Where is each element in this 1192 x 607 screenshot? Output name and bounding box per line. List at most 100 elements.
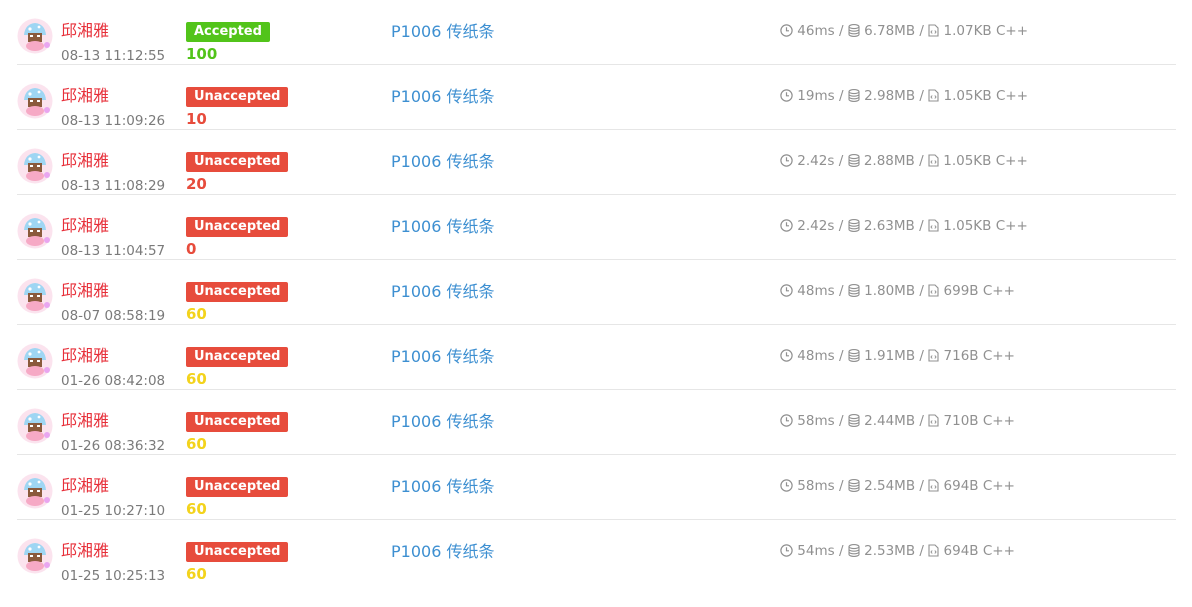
- avatar[interactable]: [17, 278, 53, 314]
- memory-value: 2.53MB: [864, 543, 916, 559]
- score-value: 60: [186, 370, 207, 388]
- score-value: 10: [186, 110, 207, 128]
- username-link[interactable]: 邱湘雅: [61, 541, 109, 561]
- username-link[interactable]: 邱湘雅: [61, 151, 109, 171]
- database-icon: [847, 219, 860, 237]
- runtime-value: 19ms: [797, 88, 835, 104]
- file-code-icon: [928, 479, 939, 497]
- code-size-value: 1.07KB: [943, 23, 992, 39]
- status-badge[interactable]: Unaccepted: [186, 412, 289, 432]
- file-code-icon: [928, 89, 939, 107]
- submission-row: 邱湘雅 08-13 11:12:55 Accepted 100 P1006 传纸…: [17, 0, 1176, 65]
- submission-row: 邱湘雅 01-26 08:42:08 Unaccepted 60 P1006 传…: [17, 325, 1176, 390]
- score-value: 0: [186, 240, 197, 258]
- submission-row: 邱湘雅 08-13 11:08:29 Unaccepted 20 P1006 传…: [17, 130, 1176, 195]
- memory-value: 1.91MB: [864, 348, 916, 364]
- memory-value: 1.80MB: [864, 283, 916, 299]
- username-link[interactable]: 邱湘雅: [61, 281, 109, 301]
- problem-link[interactable]: P1006 传纸条: [391, 412, 494, 432]
- status-badge[interactable]: Unaccepted: [186, 477, 289, 497]
- file-code-icon: [928, 219, 939, 237]
- language-value: C++: [982, 283, 1015, 299]
- runtime-value: 46ms: [797, 23, 835, 39]
- clock-icon: [780, 349, 793, 367]
- username-link[interactable]: 邱湘雅: [61, 346, 109, 366]
- avatar[interactable]: [17, 213, 53, 249]
- username-link[interactable]: 邱湘雅: [61, 21, 109, 41]
- language-value: C++: [982, 543, 1015, 559]
- database-icon: [847, 154, 860, 172]
- code-size-value: 716B: [943, 348, 979, 364]
- submission-stats: 48ms / 1.91MB / 716B C++: [780, 347, 1015, 367]
- runtime-value: 2.42s: [797, 218, 835, 234]
- problem-link[interactable]: P1006 传纸条: [391, 22, 494, 42]
- runtime-value: 58ms: [797, 413, 835, 429]
- problem-link[interactable]: P1006 传纸条: [391, 542, 494, 562]
- status-badge[interactable]: Unaccepted: [186, 347, 289, 367]
- clock-icon: [780, 24, 793, 42]
- status-badge[interactable]: Unaccepted: [186, 217, 289, 237]
- clock-icon: [780, 479, 793, 497]
- score-value: 100: [186, 45, 218, 63]
- clock-icon: [780, 284, 793, 302]
- database-icon: [848, 479, 860, 497]
- problem-link[interactable]: P1006 传纸条: [391, 87, 494, 107]
- language-value: C++: [996, 23, 1029, 39]
- submission-stats: 2.42s / 2.88MB / 1.05KB C++: [780, 152, 1028, 172]
- avatar[interactable]: [17, 408, 53, 444]
- avatar[interactable]: [17, 148, 53, 184]
- database-icon: [848, 284, 860, 302]
- problem-link[interactable]: P1006 传纸条: [391, 152, 494, 172]
- submission-row: 邱湘雅 08-13 11:04:57 Unaccepted 0 P1006 传纸…: [17, 195, 1176, 260]
- language-value: C++: [996, 88, 1029, 104]
- database-icon: [848, 89, 860, 107]
- runtime-value: 48ms: [797, 348, 835, 364]
- language-value: C++: [995, 153, 1028, 169]
- status-badge[interactable]: Accepted: [186, 22, 270, 42]
- database-icon: [848, 414, 860, 432]
- code-size-value: 1.05KB: [943, 153, 992, 169]
- username-link[interactable]: 邱湘雅: [61, 86, 109, 106]
- file-code-icon: [928, 349, 939, 367]
- file-code-icon: [928, 24, 939, 42]
- file-code-icon: [928, 154, 939, 172]
- score-value: 60: [186, 500, 207, 518]
- score-value: 60: [186, 305, 207, 323]
- submission-row: 邱湘雅 01-25 10:25:13 Unaccepted 60 P1006 传…: [17, 520, 1176, 585]
- submission-stats: 2.42s / 2.63MB / 1.05KB C++: [780, 217, 1028, 237]
- memory-value: 2.44MB: [864, 413, 916, 429]
- memory-value: 2.98MB: [864, 88, 916, 104]
- database-icon: [848, 349, 860, 367]
- memory-value: 2.54MB: [864, 478, 916, 494]
- status-badge[interactable]: Unaccepted: [186, 282, 289, 302]
- avatar[interactable]: [17, 473, 53, 509]
- problem-link[interactable]: P1006 传纸条: [391, 347, 494, 367]
- submission-row: 邱湘雅 01-26 08:36:32 Unaccepted 60 P1006 传…: [17, 390, 1176, 455]
- username-link[interactable]: 邱湘雅: [61, 216, 109, 236]
- code-size-value: 1.05KB: [943, 88, 992, 104]
- clock-icon: [780, 219, 793, 237]
- avatar[interactable]: [17, 343, 53, 379]
- problem-link[interactable]: P1006 传纸条: [391, 217, 494, 237]
- submission-stats: 46ms / 6.78MB / 1.07KB C++: [780, 22, 1028, 42]
- avatar[interactable]: [17, 18, 53, 54]
- clock-icon: [780, 89, 793, 107]
- submit-time: 08-13 11:09:26: [61, 113, 166, 129]
- memory-value: 2.63MB: [863, 218, 915, 234]
- submission-list: 邱湘雅 08-13 11:12:55 Accepted 100 P1006 传纸…: [17, 0, 1176, 585]
- language-value: C++: [982, 478, 1015, 494]
- submit-time: 01-26 08:42:08: [61, 373, 166, 389]
- username-link[interactable]: 邱湘雅: [61, 476, 109, 496]
- status-badge[interactable]: Unaccepted: [186, 87, 289, 107]
- username-link[interactable]: 邱湘雅: [61, 411, 109, 431]
- status-badge[interactable]: Unaccepted: [186, 542, 289, 562]
- avatar[interactable]: [17, 83, 53, 119]
- runtime-value: 58ms: [797, 478, 835, 494]
- submission-stats: 58ms / 2.44MB / 710B C++: [780, 412, 1015, 432]
- submission-stats: 54ms / 2.53MB / 694B C++: [780, 542, 1015, 562]
- language-value: C++: [982, 413, 1015, 429]
- problem-link[interactable]: P1006 传纸条: [391, 282, 494, 302]
- status-badge[interactable]: Unaccepted: [186, 152, 289, 172]
- avatar[interactable]: [17, 538, 53, 574]
- problem-link[interactable]: P1006 传纸条: [391, 477, 494, 497]
